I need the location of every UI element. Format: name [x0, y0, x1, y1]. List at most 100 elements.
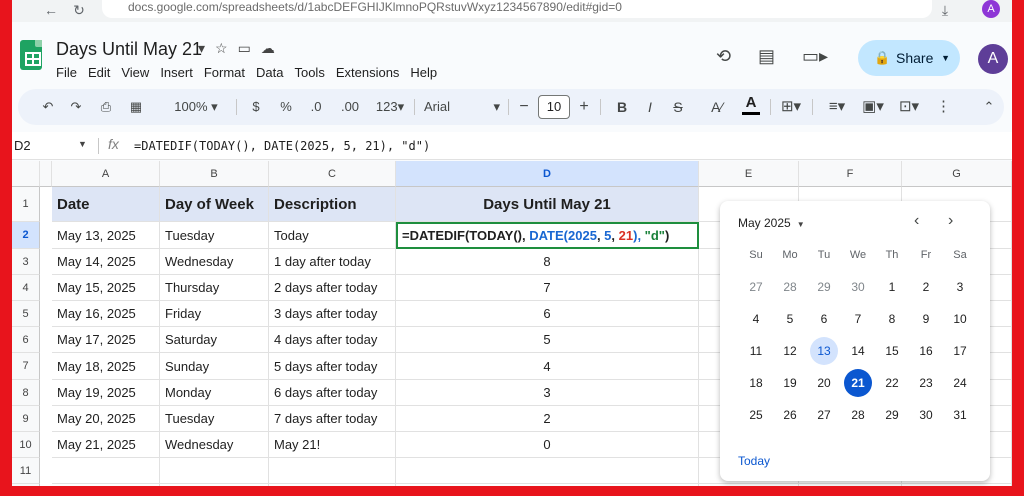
merge-cells-icon[interactable]: ▣▾: [858, 89, 888, 125]
sheets-logo-icon[interactable]: [20, 40, 42, 70]
empty-cell[interactable]: [269, 484, 396, 486]
cell-date[interactable]: May 19, 2025: [52, 380, 160, 406]
borders-icon[interactable]: ⊞▾: [778, 89, 804, 125]
cell-description[interactable]: 7 days after today: [269, 406, 396, 432]
header-cell-days-until[interactable]: Days Until May 21: [396, 187, 699, 222]
menu-file[interactable]: File: [56, 65, 77, 80]
calendar-day[interactable]: 29: [810, 273, 838, 301]
calendar-day[interactable]: 19: [776, 369, 804, 397]
print-icon[interactable]: ⎙: [96, 89, 116, 125]
italic-icon[interactable]: I: [642, 89, 658, 125]
address-bar[interactable]: docs.google.com/spreadsheets/d/1abcDEFGH…: [102, 0, 932, 18]
cell-days-until[interactable]: 4: [396, 353, 699, 380]
calendar-day[interactable]: 21: [844, 369, 872, 397]
column-header-e[interactable]: E: [699, 161, 799, 187]
column-header-a[interactable]: A: [52, 161, 160, 187]
cell-date[interactable]: May 16, 2025: [52, 301, 160, 327]
more-formats-select[interactable]: 123▾: [372, 89, 408, 125]
calendar-day[interactable]: 28: [776, 273, 804, 301]
calendar-day[interactable]: 4: [742, 305, 770, 333]
version-history-icon[interactable]: ⟲: [716, 46, 731, 67]
document-title[interactable]: Days Until May 21: [56, 39, 202, 60]
column-header-d[interactable]: D: [396, 161, 699, 187]
calendar-day[interactable]: 18: [742, 369, 770, 397]
calendar-day[interactable]: 13: [810, 337, 838, 365]
percent-format-button[interactable]: %: [278, 89, 294, 125]
cell-day-of-week[interactable]: Wednesday: [160, 432, 269, 458]
row-header-2[interactable]: 2: [12, 222, 40, 249]
star-icon[interactable]: ☆: [215, 40, 238, 56]
font-size-decrease-icon[interactable]: −: [516, 89, 532, 125]
calendar-day[interactable]: 5: [776, 305, 804, 333]
cell-date[interactable]: May 21, 2025: [52, 432, 160, 458]
row-header-1[interactable]: 1: [12, 187, 40, 222]
empty-cell[interactable]: [396, 484, 699, 486]
decrease-decimal-button[interactable]: .0: [304, 89, 328, 125]
empty-cell[interactable]: [799, 484, 902, 486]
row-header-8[interactable]: 8: [12, 380, 40, 406]
calendar-day[interactable]: 15: [878, 337, 906, 365]
more-options-icon[interactable]: ⋮: [936, 89, 951, 125]
row-header-11[interactable]: 11: [12, 458, 40, 484]
calendar-day[interactable]: 25: [742, 401, 770, 429]
cell-day-of-week[interactable]: Wednesday: [160, 249, 269, 275]
header-cell-description[interactable]: Description: [269, 187, 396, 222]
paint-format-icon[interactable]: ▦: [126, 89, 146, 125]
collapse-toolbar-icon[interactable]: ⌃: [980, 89, 998, 125]
font-family-select[interactable]: Arial ▾: [424, 89, 500, 125]
cell-day-of-week[interactable]: Saturday: [160, 327, 269, 353]
row-header-6[interactable]: 6: [12, 327, 40, 353]
calendar-day[interactable]: 11: [742, 337, 770, 365]
next-month-icon[interactable]: ›: [948, 212, 953, 230]
row-header-3[interactable]: 3: [12, 249, 40, 275]
horizontal-align-icon[interactable]: ≡▾: [824, 89, 850, 125]
calendar-day[interactable]: 16: [912, 337, 940, 365]
cell-description[interactable]: May 21!: [269, 432, 396, 458]
share-button[interactable]: 🔒 Share ▼: [858, 40, 960, 76]
empty-cell[interactable]: [52, 484, 160, 486]
calendar-day[interactable]: 28: [844, 401, 872, 429]
column-header-f[interactable]: F: [799, 161, 902, 187]
calendar-day[interactable]: 27: [742, 273, 770, 301]
menu-edit[interactable]: Edit: [88, 65, 110, 80]
row-header-9[interactable]: 9: [12, 406, 40, 432]
cell-description[interactable]: 3 days after today: [269, 301, 396, 327]
empty-cell[interactable]: [396, 458, 699, 484]
calendar-day[interactable]: 10: [946, 305, 974, 333]
row-header-4[interactable]: 4: [12, 275, 40, 301]
zoom-select[interactable]: 100% ▾: [166, 89, 226, 125]
calendar-day[interactable]: 31: [946, 401, 974, 429]
cell-description[interactable]: 6 days after today: [269, 380, 396, 406]
empty-cell[interactable]: [160, 484, 269, 486]
comments-icon[interactable]: ▤: [758, 46, 775, 67]
cell-date[interactable]: May 20, 2025: [52, 406, 160, 432]
currency-format-button[interactable]: $: [248, 89, 264, 125]
calendar-day[interactable]: 17: [946, 337, 974, 365]
calendar-day[interactable]: 14: [844, 337, 872, 365]
browser-profile-avatar[interactable]: A: [982, 0, 1000, 18]
name-box[interactable]: D2: [14, 138, 31, 153]
empty-cell[interactable]: [699, 484, 799, 486]
cell-day-of-week[interactable]: Thursday: [160, 275, 269, 301]
text-effects-icon[interactable]: A⁄: [706, 89, 728, 125]
menu-tools[interactable]: Tools: [294, 65, 324, 80]
cell-date[interactable]: May 13, 2025: [52, 222, 160, 249]
strikethrough-icon[interactable]: S: [670, 89, 686, 125]
active-cell-editor[interactable]: =DATEDIF(TODAY(), DATE(2025, 5, 21), "d"…: [396, 222, 699, 249]
name-box-caret-icon[interactable]: ▼: [78, 139, 87, 149]
bold-icon[interactable]: B: [614, 89, 630, 125]
download-icon[interactable]: ⤓: [936, 1, 954, 19]
cell-description[interactable]: 1 day after today: [269, 249, 396, 275]
today-link[interactable]: Today: [738, 454, 770, 468]
row-header-7[interactable]: 7: [12, 353, 40, 380]
cell-description[interactable]: 5 days after today: [269, 353, 396, 380]
calendar-day[interactable]: 20: [810, 369, 838, 397]
calendar-day[interactable]: 7: [844, 305, 872, 333]
month-select[interactable]: May 2025 ▼: [738, 216, 805, 230]
cloud-status-icon[interactable]: ☁: [261, 40, 285, 56]
cell-day-of-week[interactable]: Sunday: [160, 353, 269, 380]
cell-date[interactable]: May 17, 2025: [52, 327, 160, 353]
calendar-day[interactable]: 24: [946, 369, 974, 397]
cell-day-of-week[interactable]: Monday: [160, 380, 269, 406]
cell-day-of-week[interactable]: Tuesday: [160, 222, 269, 249]
